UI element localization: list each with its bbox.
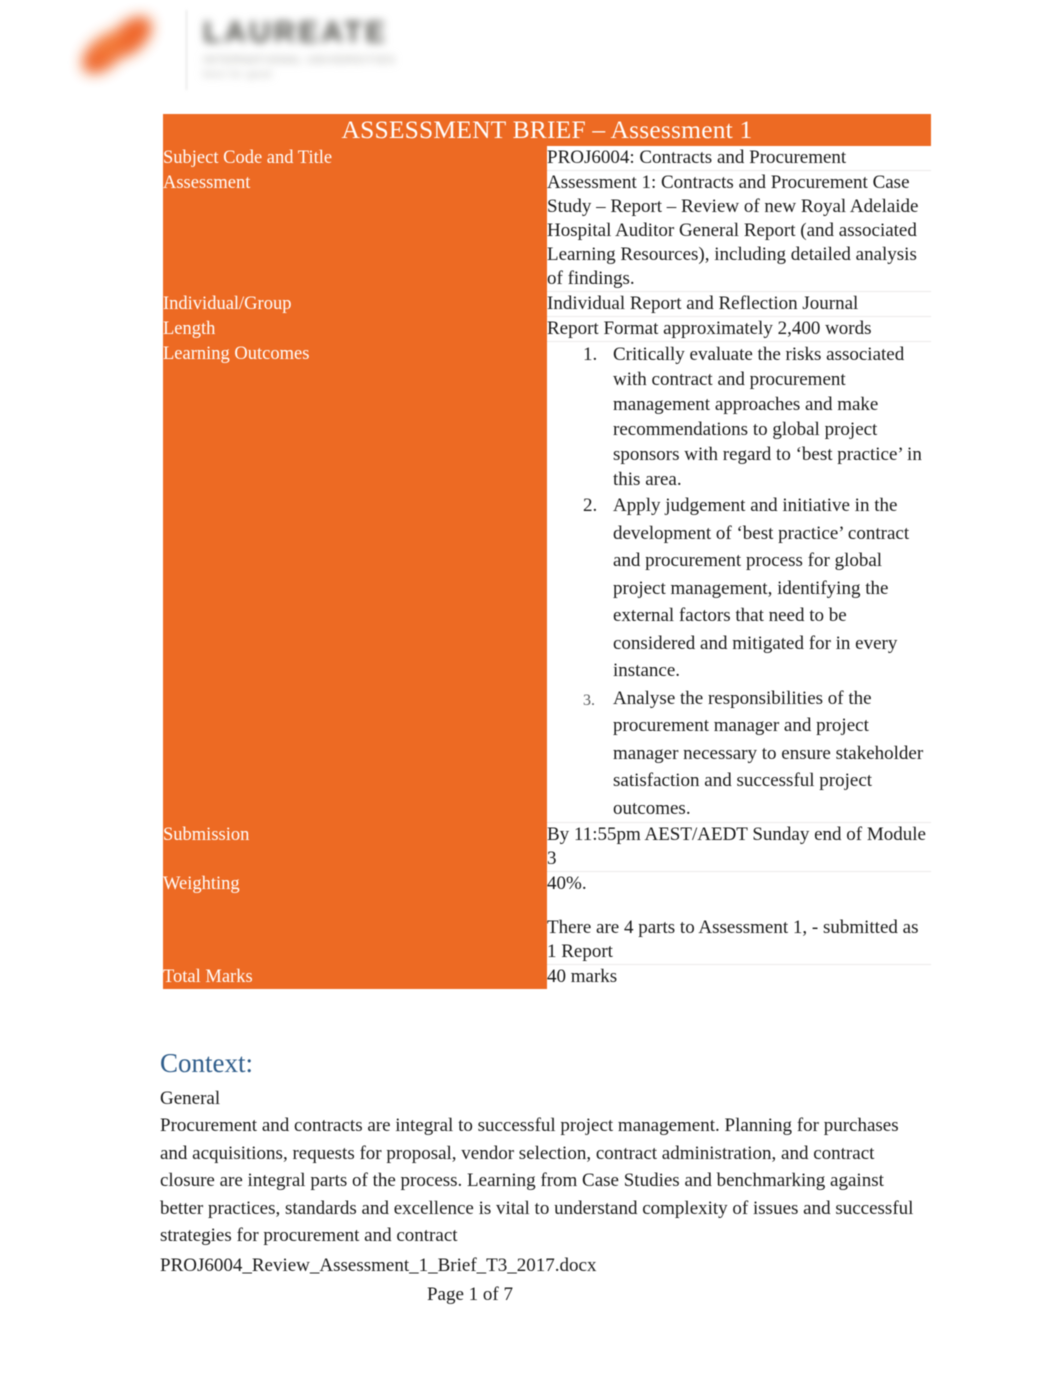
table-row: Submission By 11:55pm AEST/AEDT Sunday e…	[163, 822, 931, 872]
learning-outcome-item: Critically evaluate the risks associated…	[583, 342, 922, 490]
learning-outcome-item: Analyse the responsibilities of the proc…	[583, 686, 924, 819]
row-value-total-marks: 40 marks	[547, 964, 931, 989]
context-section: Context: General Procurement and contrac…	[160, 1046, 920, 1250]
row-value-weighting: 40%. There are 4 parts to Assessment 1, …	[547, 871, 931, 965]
context-heading: Context:	[160, 1048, 253, 1078]
row-value-length: Report Format approximately 2,400 words	[547, 316, 931, 342]
row-value-subject-code-and-title: PROJ6004: Contracts and Procurement	[547, 146, 931, 171]
wordmark-text: LAUREATE	[203, 16, 389, 49]
weighting-percentage: 40%.	[547, 873, 587, 894]
wordmark-tagline-1: INTERNATIONAL UNIVERSITIES	[203, 55, 396, 66]
row-label-submission: Submission	[163, 822, 547, 872]
table-row: Weighting 40%. There are 4 parts to Asse…	[163, 871, 931, 965]
laureate-wordmark: LAUREATE INTERNATIONAL UNIVERSITIES here…	[203, 16, 403, 81]
learning-outcomes-list: Critically evaluate the risks associated…	[547, 342, 931, 822]
table-row: Learning Outcomes Critically evaluate th…	[163, 341, 931, 823]
row-label-individual-group: Individual/Group	[163, 291, 547, 317]
assessment-brief-table: ASSESSMENT BRIEF – Assessment 1 Subject …	[163, 114, 931, 989]
row-label-learning-outcomes: Learning Outcomes	[163, 341, 547, 823]
row-value-assessment: Assessment 1: Contracts and Procurement …	[547, 170, 931, 292]
laureate-flame-mark-icon	[72, 8, 176, 96]
row-value-learning-outcomes: Critically evaluate the risks associated…	[547, 341, 931, 823]
document-logo-band: LAUREATE INTERNATIONAL UNIVERSITIES here…	[0, 0, 1062, 108]
table-row: Total Marks 40 marks	[163, 964, 931, 989]
row-label-total-marks: Total Marks	[163, 964, 547, 989]
table-row: Assessment Assessment 1: Contracts and P…	[163, 170, 931, 292]
logo-divider	[186, 10, 187, 90]
context-subheading: General	[160, 1088, 221, 1109]
page-footer: PROJ6004_Review_Assessment_1_Brief_T3_20…	[160, 1253, 920, 1307]
learning-outcome-item: Apply judgement and initiative in the de…	[583, 492, 910, 681]
assessment-brief-title: ASSESSMENT BRIEF – Assessment 1	[163, 114, 931, 146]
table-row: Subject Code and Title PROJ6004: Contrac…	[163, 146, 931, 171]
table-header-row: ASSESSMENT BRIEF – Assessment 1	[163, 114, 931, 146]
table-row: Individual/Group Individual Report and R…	[163, 291, 931, 317]
weighting-parts-note: There are 4 parts to Assessment 1, - sub…	[547, 917, 919, 962]
footer-page-number: Page 1 of 7	[426, 1284, 513, 1305]
row-label-subject-code-and-title: Subject Code and Title	[163, 146, 547, 171]
wordmark-tagline-2: here for good	[203, 69, 273, 79]
table-row: Length Report Format approximately 2,400…	[163, 316, 931, 342]
row-label-assessment: Assessment	[163, 170, 547, 292]
context-paragraph: Procurement and contracts are integral t…	[160, 1115, 914, 1246]
row-label-weighting: Weighting	[163, 871, 547, 965]
footer-filename: PROJ6004_Review_Assessment_1_Brief_T3_20…	[160, 1255, 597, 1276]
row-label-length: Length	[163, 316, 547, 342]
row-value-submission: By 11:55pm AEST/AEDT Sunday end of Modul…	[547, 822, 931, 872]
row-value-individual-group: Individual Report and Reflection Journal	[547, 291, 931, 317]
